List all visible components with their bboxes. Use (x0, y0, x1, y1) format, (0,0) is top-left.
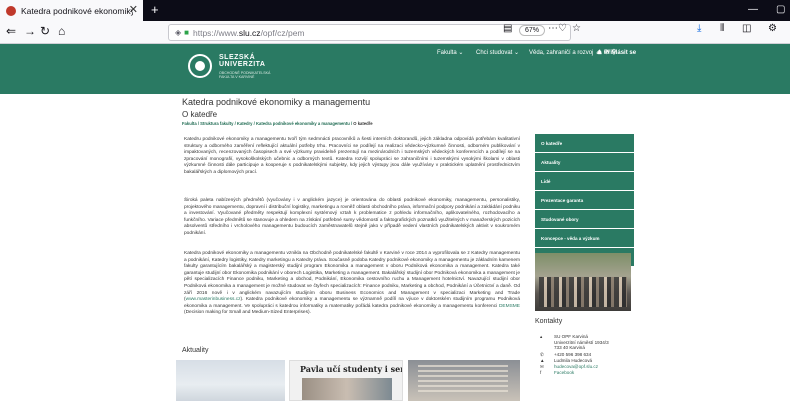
demsme-link[interactable]: DEMSME (499, 304, 520, 309)
news-card[interactable] (176, 360, 285, 401)
phone-icon: ✆ (540, 352, 544, 357)
contact-facebook[interactable]: f Facebook (540, 370, 574, 376)
logo-subtitle: OBCHODNĚ PODNIKATELSKÁ FAKULTA V KARVINÉ (219, 71, 271, 79)
nav-veda-zahranici[interactable]: Věda, zahraničí a rozvoj ⌄ (529, 49, 600, 56)
contact-email[interactable]: ✉ hudecova@opf.slu.cz (540, 364, 598, 370)
back-icon[interactable]: ⇐ (6, 24, 16, 38)
tab-close-icon[interactable]: ✕ (129, 3, 138, 16)
page-subtitle: O katedře (182, 110, 218, 119)
contact-phone: ✆ +420 596 398 634 (540, 352, 592, 357)
courses-paragraph: Široká paleta nabízených předmětů (vyučo… (184, 198, 520, 236)
breadcrumb[interactable]: Fakulta / Struktura fakulty / Katedry / … (182, 121, 373, 126)
facebook-icon: f (540, 370, 542, 375)
sidebar-menu: O katedře Aktuality Lidé Prezentace gara… (535, 134, 634, 267)
site-favicon-icon (6, 5, 16, 16)
nav-fakulta[interactable]: Fakulta ⌄ (437, 49, 463, 56)
browser-nav-bar: ⇐ → ↻ ⌂ ◈ ■ https://www.slu.cz/opf/cz/pe… (0, 21, 790, 44)
lock-icon[interactable]: ■ (184, 28, 189, 37)
nav-login[interactable]: ♟ Přihlásit se (597, 49, 636, 56)
site-header: SLEZSKÁ UNIVERZITA OBCHODNĚ PODNIKATELSK… (0, 44, 790, 94)
library-icon[interactable]: ⦀ (720, 23, 724, 34)
contact-heading: Kontakty (535, 318, 563, 325)
pocket-icon[interactable]: ♡ (558, 23, 567, 34)
history-paragraph: Katedra podnikové ekonomiky a management… (184, 251, 520, 316)
tracking-shield-icon[interactable]: ◈ (175, 28, 181, 37)
url-text: https://www.slu.cz/opf/cz/pem (193, 27, 305, 38)
browser-tab[interactable]: Katedra podnikové ekonomiky ✕ (0, 0, 143, 21)
sidebar-item-o-katedre[interactable]: O katedře (535, 134, 634, 153)
news-card[interactable]: Pavla učí studenty i seniory (289, 360, 403, 401)
intro-paragraph: Katedru podnikové ekonomiky a management… (184, 137, 520, 175)
masterinbusiness-link[interactable]: www.masterinbusiness.cz (186, 297, 241, 302)
news-card-photo (302, 378, 392, 400)
minimize-window-icon[interactable]: — (748, 4, 758, 15)
news-card-headline: Pavla učí studenty i seniory (300, 364, 402, 374)
more-actions-icon[interactable]: ⋯ (548, 23, 558, 34)
extension-icon[interactable]: ⚙ (768, 23, 777, 34)
sidebar-item-aktuality[interactable]: Aktuality (535, 153, 634, 172)
page-title: Katedra podnikové ekonomiky a management… (182, 97, 371, 107)
sidebar-item-lide[interactable]: Lidé (535, 172, 634, 191)
zoom-indicator[interactable]: 67% (519, 25, 546, 36)
contact-address: ▴ SU OPF Karviná Univerzitní náměstí 1934… (540, 334, 609, 350)
bookmark-star-icon[interactable]: ☆ (572, 23, 581, 34)
contact-person: ▲ Ludmila Hudecová (540, 358, 593, 363)
forward-icon[interactable]: → (24, 24, 36, 38)
logo-text[interactable]: SLEZSKÁ UNIVERZITA (219, 54, 265, 68)
sidebar-item-studovane-obory[interactable]: Studované obory (535, 210, 634, 229)
person-icon: ▲ (540, 358, 545, 363)
building-icon: ▴ (540, 334, 543, 339)
university-logo-icon[interactable] (188, 54, 212, 78)
download-icon[interactable]: ⤓ (697, 23, 701, 34)
news-heading: Aktuality (182, 347, 209, 354)
reload-icon[interactable]: ↻ (40, 24, 50, 38)
sidebar-icon[interactable]: ◫ (742, 23, 751, 34)
news-card[interactable] (408, 360, 520, 401)
email-icon: ✉ (540, 364, 544, 369)
reader-view-icon[interactable]: ▤ (503, 23, 512, 34)
sidebar-item-koncepce[interactable]: Koncepce - věda a výzkum (535, 229, 634, 248)
sidebar-item-prezentace-garanta[interactable]: Prezentace garanta (535, 191, 634, 210)
department-group-photo (535, 253, 631, 311)
maximize-window-icon[interactable]: ▢ (776, 4, 785, 15)
new-tab-button[interactable]: + (151, 2, 159, 17)
browser-tab-bar: Katedra podnikové ekonomiky ✕ + — ▢ (0, 0, 790, 21)
tab-title: Katedra podnikové ekonomiky (21, 5, 133, 16)
home-icon[interactable]: ⌂ (58, 24, 65, 38)
nav-chci-studovat[interactable]: Chci studovat ⌄ (476, 49, 519, 56)
